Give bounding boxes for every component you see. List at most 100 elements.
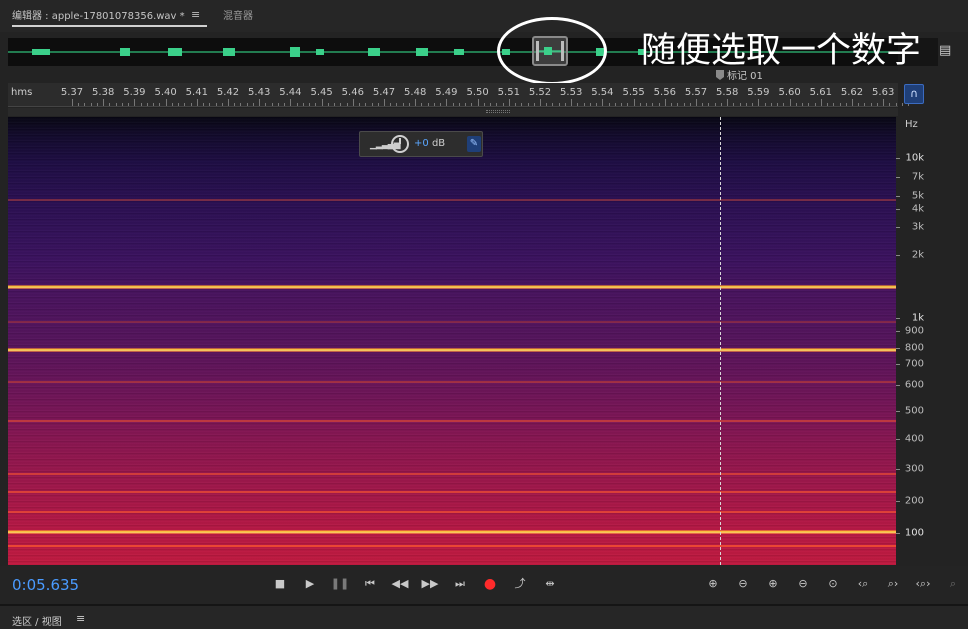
selection-view-panel: 选区 / 视图 ≡ <box>0 606 968 629</box>
pause-button[interactable]: ❚❚ <box>330 575 350 593</box>
zoom-in-time-button[interactable]: ⊕ <box>762 575 784 593</box>
ruler-minor-tick <box>215 103 217 106</box>
ruler-minor-tick <box>471 103 473 106</box>
playhead-cursor[interactable] <box>720 117 721 565</box>
zoom-to-selection-disabled-icon: ⌕ <box>949 577 957 590</box>
transport-bar: 0:05.635 ■ ▶ ❚❚ ⏮ ◀◀ ▶▶ ⏭ ● ⤴ ⇹ ⊕ ⊖ ⊕ ⊖ … <box>0 566 968 604</box>
frequency-label: 500 <box>904 405 924 417</box>
ruler-tick-label: 5.61 <box>809 87 832 98</box>
tab-mixer[interactable]: 混音器 <box>223 7 253 22</box>
ruler-tick-label: 5.52 <box>528 87 552 98</box>
ruler-tick <box>727 99 729 106</box>
ruler-minor-tick <box>833 103 835 106</box>
volume-knob[interactable] <box>391 135 409 153</box>
hud-volume-panel: ▁▂▃▄▅ +0 dB ✎ <box>359 131 483 157</box>
zoom-in-left-button[interactable]: ‹⌕ <box>852 575 874 593</box>
frequency-tick <box>896 227 900 228</box>
ruler-tick <box>602 99 604 106</box>
ruler-minor-tick <box>240 103 242 106</box>
go-to-end-button[interactable]: ⏭ <box>450 575 470 593</box>
ruler-tick-label: 5.40 <box>154 87 177 98</box>
play-button[interactable]: ▶ <box>300 575 320 593</box>
record-button[interactable]: ● <box>480 575 500 593</box>
spectral-frequency-display[interactable] <box>8 117 896 565</box>
fast-forward-button[interactable]: ▶▶ <box>420 575 440 593</box>
zoom-out-amplitude-button[interactable]: ⊖ <box>732 575 754 593</box>
ruler-minor-tick <box>521 103 523 106</box>
tab-editor[interactable]: 编辑器 : apple-17801078356.wav * <box>12 7 207 27</box>
ruler-tick-label: 5.44 <box>279 87 302 98</box>
tab-menu-icon[interactable]: ≡ <box>191 8 200 21</box>
ruler-tick <box>571 99 573 106</box>
rewind-button[interactable]: ◀◀ <box>390 575 410 593</box>
frequency-tick <box>896 348 900 349</box>
ruler-tick <box>72 99 73 106</box>
ruler-minor-tick <box>658 103 660 106</box>
zoom-out-full-button[interactable]: ⊙ <box>822 575 844 593</box>
ruler-tick-label: 5.48 <box>404 87 427 98</box>
ruler-minor-tick <box>90 103 92 106</box>
ruler-tick-label: 5.47 <box>372 87 396 98</box>
ruler-minor-tick <box>639 103 641 106</box>
ruler-tick <box>508 99 510 106</box>
ruler-minor-tick <box>764 103 766 106</box>
frequency-tick <box>896 364 900 365</box>
ruler-minor-tick <box>864 103 866 106</box>
ruler-minor-tick <box>614 103 616 106</box>
ruler-minor-tick <box>596 103 598 106</box>
loop-playback-button[interactable]: ⤴ <box>510 575 530 593</box>
ruler-minor-tick <box>128 103 130 106</box>
frequency-tick <box>896 501 900 502</box>
ruler-minor-tick <box>271 103 273 106</box>
time-ruler[interactable]: hms 5.37 5.38 5.39 5.40 5.41 5.42 5.43 5.44 5.45… <box>8 83 910 107</box>
overview-menu-icon[interactable]: ▤ <box>939 43 951 58</box>
ruler-minor-tick <box>858 103 860 106</box>
frequency-label: 4k <box>911 203 924 215</box>
tab-active-underline <box>12 25 207 27</box>
selection-view-menu-icon[interactable]: ≡ <box>76 612 85 625</box>
spectral-band <box>8 381 896 383</box>
zoom-to-selection-button[interactable]: ‹⌕› <box>912 575 934 593</box>
zoom-in-right-button[interactable]: ⌕› <box>882 575 904 593</box>
ruler-minor-tick <box>421 103 423 106</box>
pin-icon[interactable]: ✎ <box>467 136 481 152</box>
marker-01[interactable]: 标记 01 <box>716 67 763 82</box>
ruler-minor-tick <box>839 103 841 106</box>
frequency-label: 300 <box>904 463 924 475</box>
ruler-tick <box>384 99 385 106</box>
ruler-tick <box>165 99 167 106</box>
frequency-label: 800 <box>904 342 924 354</box>
ruler-minor-tick <box>346 103 348 106</box>
frequency-label: 5k <box>911 190 924 202</box>
ruler-minor-tick <box>583 103 585 106</box>
ruler-minor-tick <box>221 103 223 106</box>
ruler-minor-tick <box>589 103 591 106</box>
frequency-tick <box>896 331 900 332</box>
ruler-minor-tick <box>702 103 704 106</box>
spectral-band <box>8 199 896 201</box>
panel-splitter[interactable] <box>8 108 898 116</box>
stop-button[interactable]: ■ <box>270 575 290 593</box>
ruler-minor-tick <box>334 103 336 106</box>
ruler-minor-tick <box>284 103 286 106</box>
ruler-minor-tick <box>889 103 891 106</box>
ruler-tick <box>134 99 136 106</box>
zoom-in-amplitude-button[interactable]: ⊕ <box>702 575 724 593</box>
ruler-tick-label: 5.51 <box>497 87 520 98</box>
spectral-band <box>8 321 896 323</box>
ruler-minor-tick <box>234 103 236 106</box>
ruler-minor-tick <box>408 103 410 106</box>
headphones-monitor-icon[interactable]: ∩ <box>904 84 924 104</box>
timecode-display[interactable]: 0:05.635 <box>12 576 79 594</box>
ruler-tick-label: 5.54 <box>591 87 614 98</box>
zoom-out-time-button[interactable]: ⊖ <box>792 575 814 593</box>
frequency-label: 700 <box>904 358 924 370</box>
ruler-tick <box>789 99 791 106</box>
ruler-tick-label: 5.58 <box>716 87 739 98</box>
skip-selection-button[interactable]: ⇹ <box>540 575 560 593</box>
ruler-tick-label: 5.49 <box>435 87 458 98</box>
splitter-grip-icon <box>486 110 510 113</box>
ruler-tick-label: 5.63 <box>872 87 895 98</box>
ruler-minor-tick <box>870 103 872 106</box>
go-to-start-button[interactable]: ⏮ <box>360 575 380 593</box>
